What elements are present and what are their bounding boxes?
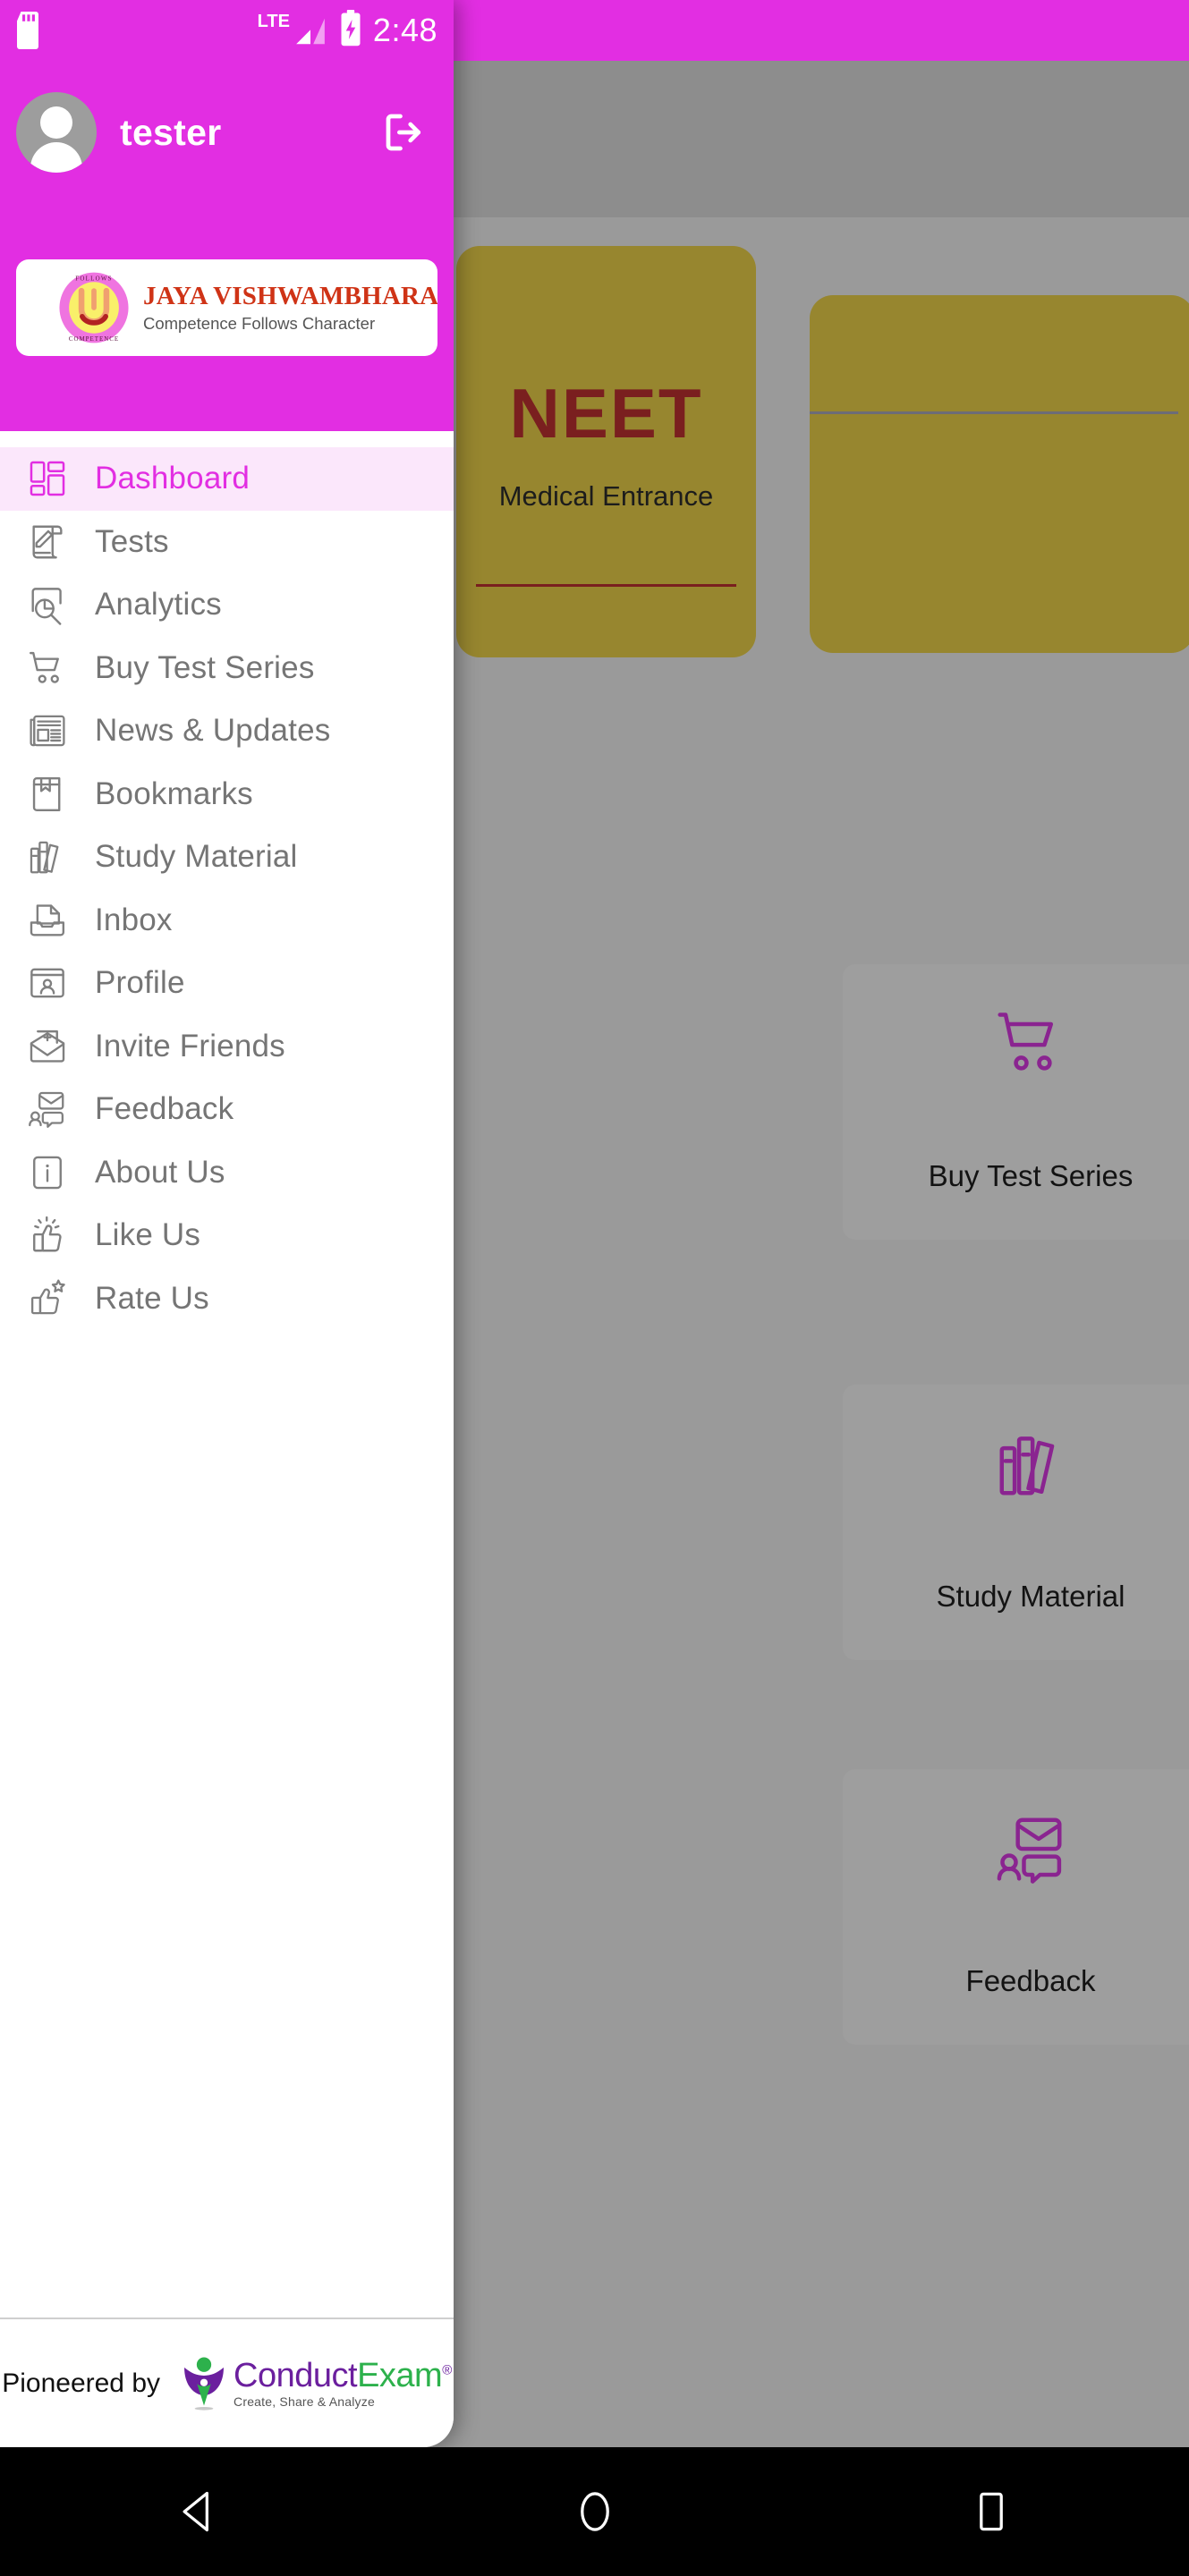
menu-item-profile[interactable]: Profile [0,952,454,1015]
app-screen: NEET Medical Entrance Buy Test Series St… [0,0,1189,2576]
menu-item-news-updates[interactable]: News & Updates [0,699,454,763]
drawer-profile-row[interactable]: tester [0,61,454,204]
logout-icon[interactable] [378,106,430,158]
svg-text:COMPETENCE: COMPETENCE [69,335,119,343]
brand-part-exam: Exam [357,2356,443,2394]
menu-item-rate-us[interactable]: Rate Us [0,1267,454,1331]
drawer-footer: Pioneered by ConductExam® Create, Share … [0,2318,454,2447]
profile-card-icon [20,962,75,1004]
menu-item-tests[interactable]: Tests [0,511,454,574]
exam-card-divider [810,411,1178,414]
menu-item-label: Tests [95,523,169,559]
analytics-search-icon [20,584,75,625]
drawer-menu: Dashboard Tests Analytics Buy Test Serie… [0,431,454,1330]
back-triangle-icon[interactable] [145,2458,252,2565]
avatar [16,92,97,173]
menu-item-label: Inbox [95,902,173,937]
thumbs-up-icon [20,1215,75,1256]
envelope-plus-icon [20,1026,75,1067]
newspaper-icon [20,710,75,751]
conductexam-wordmark: ConductExam® Create, Share & Analyze [234,2359,452,2409]
menu-item-label: Dashboard [95,461,251,496]
test-paper-pen-icon [20,521,75,563]
menu-item-analytics[interactable]: Analytics [0,573,454,637]
menu-item-like-us[interactable]: Like Us [0,1204,454,1267]
menu-item-study-material[interactable]: Study Material [0,826,454,889]
books-stack-icon [20,836,75,877]
dashboard-tile-label: Buy Test Series [928,1159,1134,1192]
menu-item-about-us[interactable]: About Us [0,1141,454,1205]
svg-text:FOLLOWS: FOLLOWS [75,275,113,283]
pioneered-by-label: Pioneered by [2,2368,161,2398]
bookmark-book-icon [20,774,75,815]
navigation-drawer: LTE 2:48 tester FOLLOWS COMPETENCE JAYA … [0,0,454,2447]
feedback-chat-icon [20,1089,75,1130]
network-type-label: LTE [257,12,290,31]
jaya-vishwambhara-emblem-icon: FOLLOWS COMPETENCE [57,271,131,344]
conductexam-logo-icon: ConductExam® Create, Share & Analyze [180,2356,452,2411]
menu-item-label: Like Us [95,1217,201,1253]
exam-card-secondary[interactable] [810,295,1189,653]
brand-banner: FOLLOWS COMPETENCE JAYA VISHWAMBHARA CLA… [16,259,437,356]
menu-item-label: Rate Us [95,1280,209,1316]
menu-item-invite-friends[interactable]: Invite Friends [0,1015,454,1079]
exam-card-neet[interactable]: NEET Medical Entrance [456,246,756,657]
shopping-cart-icon [20,648,75,689]
recents-square-icon[interactable] [938,2458,1045,2565]
menu-item-feedback[interactable]: Feedback [0,1078,454,1141]
dashboard-tile-label: Study Material [936,1580,1125,1613]
dashboard-tile-label: Feedback [965,1964,1096,1997]
shopping-cart-icon [843,1005,1189,1080]
battery-charging-icon [339,9,362,52]
dashboard-tile-buy-test-series[interactable]: Buy Test Series [843,964,1189,1240]
brand-tagline: Competence Follows Character [143,314,376,333]
android-nav-bar [0,2447,1189,2576]
menu-item-label: Invite Friends [95,1028,285,1063]
dashboard-tile-feedback[interactable]: Feedback [843,1769,1189,2045]
info-box-icon [20,1152,75,1193]
menu-item-label: News & Updates [95,713,331,749]
thumbs-up-star-icon [20,1278,75,1319]
dashboard-tile-study-material[interactable]: Study Material [843,1385,1189,1660]
signal-bars-icon: LTE [258,13,328,48]
status-bar-right: LTE 2:48 [258,0,437,61]
profile-username: tester [120,111,222,153]
books-stack-icon [843,1426,1189,1503]
feedback-chat-icon [843,1810,1189,1887]
status-bar: LTE 2:48 [0,0,454,61]
menu-item-buy-test-series[interactable]: Buy Test Series [0,637,454,700]
brand-name: JAYA VISHWAMBHARA CLASSES [143,282,437,310]
dashboard-grid-icon [20,458,75,499]
status-bar-clock: 2:48 [372,12,437,48]
sd-card-icon [14,12,41,49]
brand-banner-texts: JAYA VISHWAMBHARA CLASSES Competence Fol… [143,282,437,334]
exam-card-title: NEET [509,374,703,453]
inbox-tray-icon [20,900,75,941]
exam-card-subtitle: Medical Entrance [498,480,714,512]
menu-item-inbox[interactable]: Inbox [0,889,454,953]
menu-item-bookmarks[interactable]: Bookmarks [0,763,454,826]
menu-item-label: Analytics [95,587,222,623]
conductexam-tagline: Create, Share & Analyze [234,2394,375,2409]
menu-item-label: About Us [95,1154,225,1190]
menu-item-label: Feedback [95,1091,234,1127]
home-circle-icon[interactable] [541,2458,649,2565]
brand-part-conduct: Conduct [234,2356,358,2394]
drawer-header: LTE 2:48 tester FOLLOWS COMPETENCE JAYA … [0,0,454,431]
menu-item-label: Profile [95,965,185,1001]
menu-item-label: Study Material [95,839,298,875]
menu-item-dashboard[interactable]: Dashboard [0,447,454,511]
menu-item-label: Bookmarks [95,775,253,811]
registered-mark: ® [442,2361,452,2377]
exam-card-divider [476,584,736,587]
menu-item-label: Buy Test Series [95,649,315,685]
